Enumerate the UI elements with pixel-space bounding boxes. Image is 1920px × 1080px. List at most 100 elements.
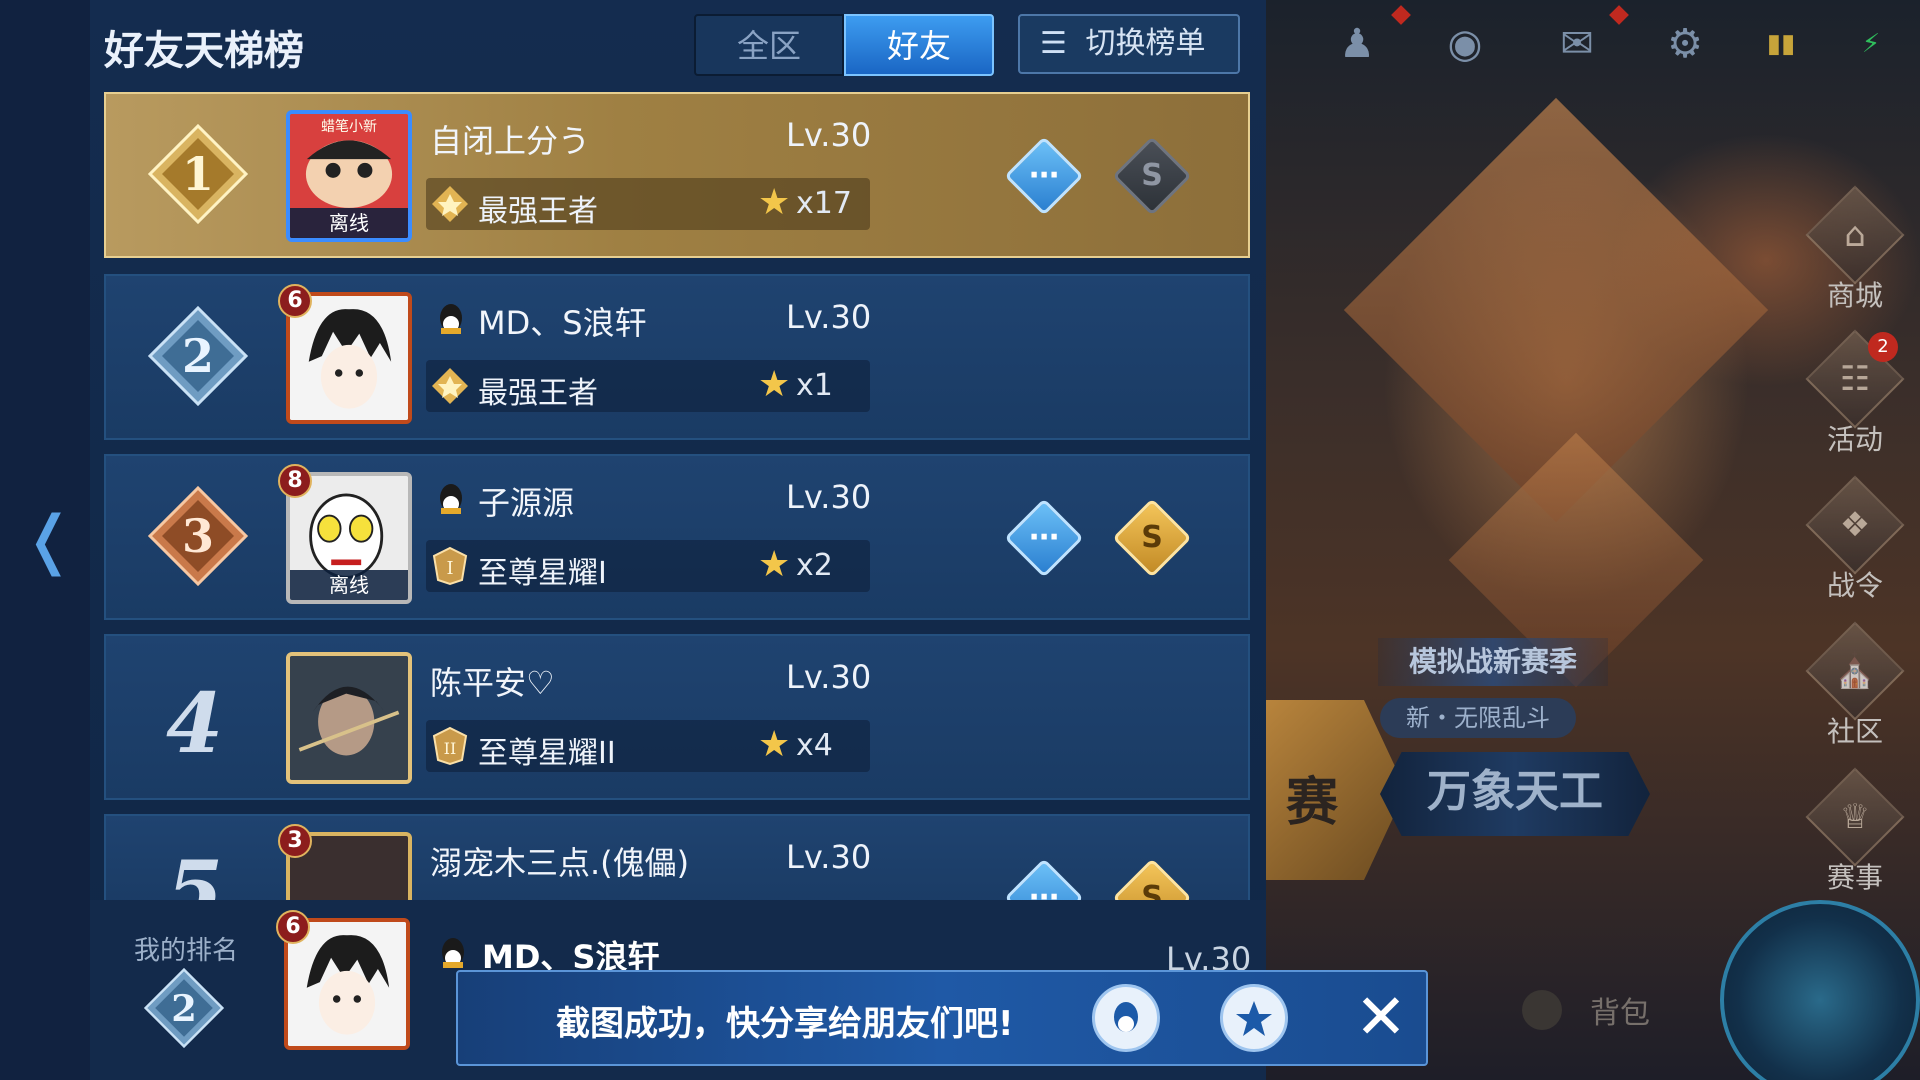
avatar[interactable] [286, 652, 412, 784]
side-menu-events[interactable]: ♕ 赛事 [1800, 767, 1910, 896]
star-count: x17 [796, 186, 852, 221]
side-menu-community[interactable]: ⛪ 社区 [1800, 621, 1910, 750]
star-icon: ★ [758, 724, 791, 765]
friends-icon[interactable]: ♟ [1326, 18, 1388, 70]
player-name: MD、S浪轩 [478, 304, 647, 342]
rank-number: 2 [182, 329, 214, 383]
player-name: 陈平安♡ [430, 664, 555, 702]
rank-number: 2 [171, 986, 197, 1030]
side-menu-activity[interactable]: ☷ 活动 2 [1800, 329, 1910, 458]
player-level: Lv.30 [786, 658, 872, 696]
side-menu-battle-pass[interactable]: ❖ 战令 [1800, 475, 1910, 604]
avatar-image [288, 922, 406, 1046]
trophy-icon: ♕ [1805, 767, 1905, 867]
toast-message: 截图成功，快分享给朋友们吧! [556, 1004, 1014, 1044]
star-icon: ★ [758, 364, 791, 405]
chat-bubble-icon: ⋯ [1029, 520, 1059, 555]
list-icon: ☰ [1040, 26, 1067, 61]
leaderboard-row-3[interactable]: 3 离线 8 子源源 Lv.30 I 至尊星耀I ★ x2 ⋯ S [104, 454, 1250, 620]
svg-text:I: I [446, 558, 453, 579]
tier-bar: 最强王者 ★ x1 [426, 360, 870, 412]
tier-bar: II 至尊星耀II ★ x4 [426, 720, 870, 772]
leaderboard-row-2[interactable]: 2 6 MD、S浪轩 Lv.30 最强王者 ★ x1 [104, 274, 1250, 440]
tier-bar: 最强王者 ★ x17 [426, 178, 870, 230]
my-rank-badge: 2 [144, 968, 224, 1048]
gear-icon[interactable]: ⚙ [1654, 18, 1716, 70]
battle-pass-icon: ❖ [1805, 475, 1905, 575]
rank-number: 3 [182, 509, 214, 563]
gift-button[interactable]: S [1112, 498, 1192, 578]
star-count: x2 [796, 548, 833, 583]
qq-share-button[interactable] [1092, 984, 1160, 1052]
switch-board-button[interactable]: ☰ 切换榜单 [1018, 14, 1240, 74]
side-menu-shop[interactable]: ⌂ 商城 [1800, 185, 1910, 314]
player-name: 子源源 [478, 484, 575, 522]
offline-label: 离线 [290, 570, 408, 600]
community-icon: ⛪ [1805, 621, 1905, 721]
tab-friends[interactable]: 好友 [844, 14, 994, 76]
signal-icon: ▮▮ [1766, 29, 1796, 59]
player-level: Lv.30 [786, 838, 872, 876]
qq-icon [1114, 1002, 1138, 1032]
rank-1-badge: 1 [148, 124, 248, 224]
avatar-level-badge: 3 [278, 824, 312, 858]
player-level: Lv.30 [786, 298, 872, 336]
qq-icon [440, 304, 462, 334]
star-icon: ★ [758, 544, 791, 585]
avatar-level-badge: 8 [278, 464, 312, 498]
player-name: 自闭上分う [430, 122, 591, 160]
qzone-icon [1236, 1001, 1272, 1036]
chat-bubble-icon: ⋯ [1029, 158, 1059, 193]
avatar-level-badge: 6 [276, 910, 310, 944]
tier-name: 至尊星耀II [478, 736, 616, 771]
gift-coin-icon: S [1141, 158, 1163, 193]
mail-icon[interactable]: ✉ [1546, 18, 1608, 70]
avatar[interactable]: 蜡笔小新 离线 [286, 110, 412, 242]
leaderboard-row-1[interactable]: 1 蜡笔小新 离线 自闭上分う Lv.30 最强王者 ★ x17 ⋯ S [104, 92, 1250, 258]
shop-icon: ⌂ [1805, 185, 1905, 285]
my-rank-label: 我的排名 [134, 936, 239, 966]
switch-board-label: 切换榜单 [1085, 26, 1206, 61]
star-tier-icon: I [432, 546, 468, 586]
avatar-image [290, 656, 408, 780]
promo-sub: 新・无限乱斗 [1380, 698, 1576, 738]
rank-number: 4 [166, 676, 224, 772]
bag-button[interactable]: 背包 [1590, 988, 1650, 1032]
avatar-image [290, 296, 408, 420]
close-icon[interactable]: ✕ [1346, 982, 1416, 1052]
page-title: 好友天梯榜 [104, 28, 304, 74]
qq-icon [442, 938, 464, 968]
player-level: Lv.30 [786, 116, 872, 154]
tier-name: 最强王者 [478, 376, 598, 411]
battery-icon: ⚡ [1861, 29, 1881, 59]
star-count: x4 [796, 728, 833, 763]
star-icon: ★ [758, 182, 791, 223]
rank-3-badge: 3 [148, 486, 248, 586]
star-tier-icon: II [432, 726, 468, 766]
tier-name: 最强王者 [478, 194, 598, 229]
leaderboard-row-5[interactable]: 5 3 溺宠木三点.(傀儡) Lv.30 ⋯ S [104, 814, 1250, 914]
avatar-level-badge: 6 [278, 284, 312, 318]
qq-icon [440, 484, 462, 514]
back-arrow-icon[interactable]: ❬ [22, 508, 76, 572]
tier-bar: I 至尊星耀I ★ x2 [426, 540, 870, 592]
bag-icon [1522, 990, 1562, 1030]
tier-name: 至尊星耀I [478, 556, 607, 591]
king-tier-icon [432, 186, 468, 222]
tab-all-region[interactable]: 全区 [694, 14, 844, 76]
offline-label: 离线 [290, 208, 408, 238]
gift-coin-icon: S [1141, 520, 1163, 555]
chat-button[interactable]: ⋯ [1004, 136, 1084, 216]
chat-button[interactable]: ⋯ [1004, 498, 1084, 578]
eye-icon[interactable]: ◉ [1434, 18, 1496, 70]
avatar-top-text: 蜡笔小新 [321, 119, 377, 135]
promo-banner[interactable]: 万象天工 [1380, 752, 1650, 836]
gift-button-disabled[interactable]: S [1112, 136, 1192, 216]
leaderboard-row-4[interactable]: 4 陈平安♡ Lv.30 II 至尊星耀II ★ x4 [104, 634, 1250, 800]
star-count: x1 [796, 368, 833, 403]
rank-2-badge: 2 [148, 306, 248, 406]
promo-tag[interactable]: 模拟战新赛季 [1378, 638, 1608, 686]
share-toast: 截图成功，快分享给朋友们吧! ✕ [456, 970, 1428, 1066]
qzone-share-button[interactable] [1220, 984, 1288, 1052]
king-tier-icon [432, 368, 468, 404]
